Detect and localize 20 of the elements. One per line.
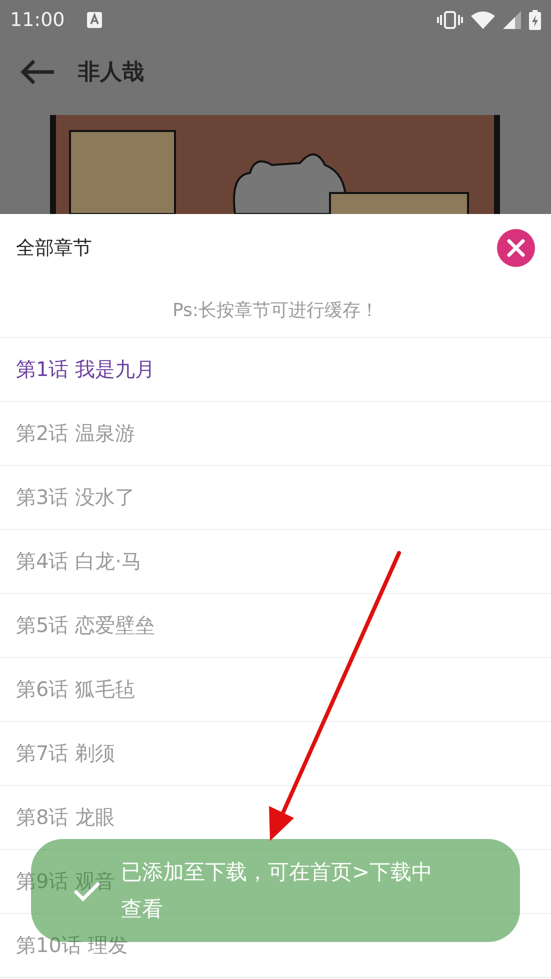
toast-text: 已添加至下载，可在首页>下载中查看: [121, 858, 434, 922]
chapter-item[interactable]: 第1话 我是九月: [16, 356, 156, 383]
app-title: 非人哉: [78, 59, 144, 87]
chapter-item[interactable]: 第8话 龙眼: [16, 804, 116, 831]
chapter-item[interactable]: 第5话 恋爱壁垒: [16, 612, 156, 639]
chapter-item[interactable]: 第7话 剃须: [16, 740, 116, 767]
chapter-item[interactable]: 第6话 狐毛毡: [16, 676, 136, 703]
battery-icon: [529, 10, 541, 30]
chapter-item[interactable]: 第3话 没水了: [16, 484, 136, 511]
status-time: 11:00: [10, 9, 65, 31]
close-icon[interactable]: [497, 229, 535, 267]
back-arrow-icon[interactable]: [20, 59, 56, 85]
hint-text: Ps:长按章节可进行缓存！: [172, 298, 378, 322]
chapter-item[interactable]: 第2话 温泉游: [16, 420, 136, 447]
signal-icon: [503, 11, 521, 29]
chapter-item[interactable]: 第4话 白龙·马: [16, 548, 142, 575]
vibrate-icon: [437, 11, 463, 29]
sheet-title: 全部章节: [16, 236, 92, 261]
notification-icon: [86, 12, 102, 28]
wifi-icon: [471, 11, 495, 29]
